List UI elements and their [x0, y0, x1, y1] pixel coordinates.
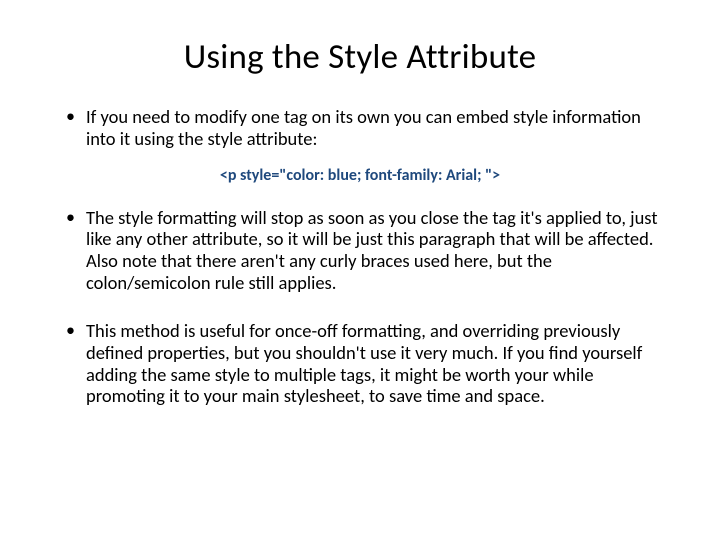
bullet-list: The style formatting will stop as soon a… [66, 207, 672, 408]
bullet-list: If you need to modify one tag on its own… [66, 106, 672, 150]
bullet-item: If you need to modify one tag on its own… [66, 106, 672, 150]
bullet-item: This method is useful for once-off forma… [66, 320, 672, 407]
bullet-item: The style formatting will stop as soon a… [66, 207, 672, 294]
slide: Using the Style Attribute If you need to… [0, 0, 720, 540]
slide-title: Using the Style Attribute [48, 36, 672, 78]
code-example: <p style="color: blue; font-family: Aria… [48, 166, 672, 185]
